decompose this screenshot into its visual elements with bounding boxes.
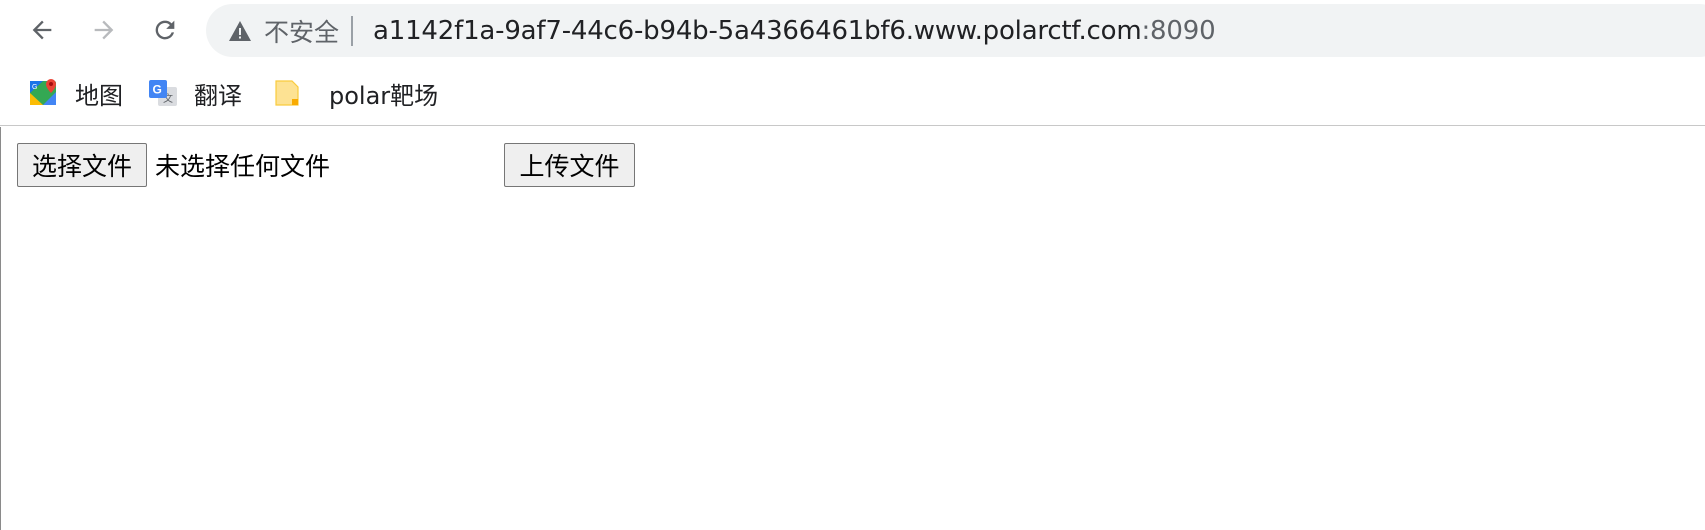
google-translate-icon: 文 G	[148, 78, 178, 108]
browser-toolbar: 不安全 a1142f1a-9af7-44c6-b94b-5a4366461bf6…	[0, 0, 1705, 62]
bookmark-label: polar靶场	[329, 81, 439, 110]
bookmark-label: 翻译	[194, 81, 242, 110]
back-button[interactable]	[22, 10, 62, 50]
reload-button[interactable]	[145, 10, 185, 50]
address-bar[interactable]: 不安全 a1142f1a-9af7-44c6-b94b-5a4366461bf6…	[206, 4, 1705, 57]
page-content: 选择文件 未选择任何文件 上传文件	[0, 127, 1705, 530]
warning-triangle-icon[interactable]	[228, 19, 252, 43]
bookmark-maps[interactable]: G 地图	[29, 74, 123, 112]
url-port: :8090	[1141, 15, 1216, 46]
folder-icon	[273, 78, 303, 108]
bookmark-translate[interactable]: 文 G 翻译	[148, 74, 242, 112]
svg-text:G: G	[32, 84, 37, 91]
url-host: a1142f1a-9af7-44c6-b94b-5a4366461bf6.www…	[373, 15, 1142, 46]
google-maps-icon: G	[29, 78, 59, 108]
browser-window: 不安全 a1142f1a-9af7-44c6-b94b-5a4366461bf6…	[0, 0, 1705, 530]
arrow-left-icon	[32, 20, 52, 40]
address-bar-divider	[351, 15, 354, 46]
bookmarks-bar: G 地图 文 G 翻译 polar靶场	[0, 62, 1705, 126]
bookmark-label: 地图	[75, 81, 123, 110]
security-status-label[interactable]: 不安全	[264, 13, 339, 49]
arrow-right-icon	[94, 20, 114, 40]
forward-button[interactable]	[84, 10, 124, 50]
bookmark-folder-polar[interactable]: polar靶场	[273, 74, 438, 112]
upload-file-button[interactable]: 上传文件	[504, 143, 635, 187]
choose-file-button[interactable]: 选择文件	[17, 143, 147, 187]
file-status-text: 未选择任何文件	[155, 152, 331, 181]
url-text[interactable]: a1142f1a-9af7-44c6-b94b-5a4366461bf6.www…	[373, 15, 1216, 46]
svg-text:G: G	[153, 83, 162, 97]
reload-icon	[155, 20, 175, 40]
